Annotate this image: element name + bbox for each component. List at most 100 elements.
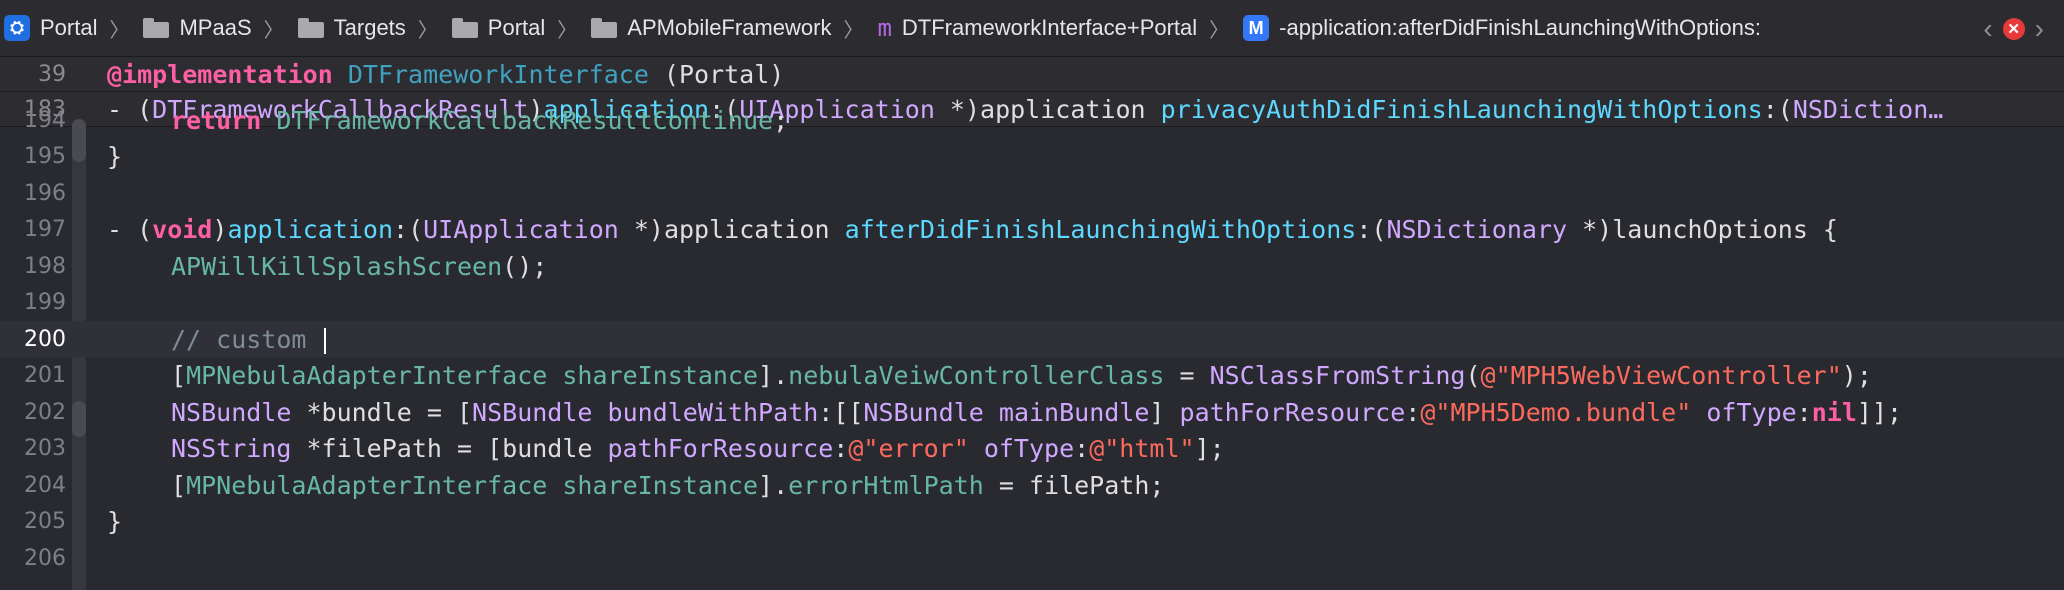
current-code-line[interactable]: 200 // custom [0, 321, 2064, 357]
code-line[interactable]: 204 [MPNebulaAdapterInterface shareInstan… [0, 467, 2064, 503]
sticky-header-implementation[interactable]: 39 @implementation DTFrameworkInterface … [0, 57, 2064, 92]
code-token: ofType [1706, 397, 1797, 427]
code-token: @"html" [1089, 434, 1195, 463]
breadcrumb-item[interactable]: ⛭ Portal [0, 0, 97, 56]
code-token: ); [1841, 361, 1872, 390]
code-token: *bundle = [ [291, 397, 473, 427]
code-token: ] [1149, 397, 1180, 427]
breadcrumb: ⛭ Portal 〉 MPaaS 〉 Targets 〉 Portal 〉 APMobileFra… [0, 0, 1761, 56]
code-token: NSClassFromString [1209, 361, 1466, 390]
breadcrumb-label: -application:afterDidFinishLaunchingWith… [1279, 15, 1761, 40]
code-token: = filePath; [983, 470, 1165, 500]
code-token: pathForResource [607, 434, 834, 463]
code-token: NSBundle [171, 397, 292, 427]
code-line[interactable]: 202 NSBundle *bundle = [NSBundle bundleWi… [0, 394, 2064, 430]
folder-icon [297, 18, 324, 38]
code-line[interactable]: 198 APWillKillSplashScreen(); [0, 248, 2064, 284]
code-token: :( [393, 215, 424, 244]
breadcrumb-separator-icon: 〉 [109, 19, 130, 42]
code-token: *)application [618, 215, 845, 244]
line-code: } [107, 507, 122, 536]
jump-bar: ⛭ Portal 〉 MPaaS 〉 Targets 〉 Portal 〉 APMobileFra… [0, 0, 2064, 57]
code-line[interactable]: 199 [0, 285, 2064, 321]
code-token: :( [1356, 215, 1387, 244]
code-token: *)launchOptions { [1567, 215, 1838, 244]
code-token: shareInstance [562, 470, 759, 500]
line-number: 197 [24, 217, 66, 242]
line-number: 196 [24, 180, 66, 206]
previous-issue-icon[interactable]: ‹ [1983, 13, 1992, 45]
next-issue-icon[interactable]: › [2035, 13, 2044, 45]
line-number: 203 [24, 436, 66, 461]
code-line[interactable]: 197 - (void)application:(UIApplication *)… [0, 212, 2064, 248]
breadcrumb-separator-icon: 〉 [417, 19, 438, 42]
code-token: NSBundle [472, 397, 593, 427]
code-line[interactable]: 194 return DTFrameworkCallbackResultConti… [0, 102, 2064, 138]
code-token: - ( [107, 215, 153, 244]
code-token: NSString [171, 434, 292, 463]
line-code: - (void)application:(UIApplication *)app… [107, 215, 1838, 244]
line-number: 204 [24, 472, 66, 498]
breadcrumb-item[interactable]: APMobileFramework [591, 0, 831, 56]
line-number: 205 [24, 509, 66, 534]
code-token: ) [212, 215, 228, 244]
code-token: DTFrameworkCallbackResultContinue [276, 105, 774, 135]
code-token: void [152, 215, 213, 244]
line-number: 201 [24, 363, 66, 388]
code-token: : [1074, 434, 1090, 463]
breadcrumb-separator-icon: 〉 [263, 19, 284, 42]
code-token: NSDictionary [1386, 215, 1568, 244]
line-number: 202 [24, 399, 66, 425]
code-token: @"MPH5Demo.bundle" [1420, 397, 1692, 427]
code-token: ]. [758, 361, 789, 390]
code-line[interactable]: 196 [0, 175, 2064, 211]
code-token: nil [1811, 397, 1857, 427]
code-line[interactable]: 203 NSString *filePath = [bundle pathForR… [0, 431, 2064, 467]
breadcrumb-label: Portal [40, 15, 98, 40]
line-number: 198 [24, 253, 66, 279]
breadcrumb-separator-icon: 〉 [557, 19, 578, 42]
folder-icon [143, 18, 170, 38]
code-token: return [171, 105, 262, 135]
code-line[interactable]: 206 [0, 540, 2064, 576]
line-number: 195 [24, 144, 66, 169]
line-code: // custom [107, 325, 326, 354]
error-indicator-icon[interactable]: ✕ [2002, 17, 2025, 40]
code-line[interactable]: 205} [0, 504, 2064, 540]
breadcrumb-label: MPaaS [179, 15, 252, 40]
line-number: 199 [24, 290, 66, 315]
line-number: 206 [24, 545, 66, 571]
code-token: mainBundle [998, 397, 1150, 427]
code-token: ]]; [1856, 397, 1903, 427]
line-code: [MPNebulaAdapterInterface shareInstance]… [107, 361, 1872, 390]
code-token: afterDidFinishLaunchingWithOptions [844, 215, 1357, 244]
code-token: ( [1465, 361, 1481, 390]
code-line[interactable]: 195} [0, 139, 2064, 175]
breadcrumb-item[interactable]: M -application:afterDidFinishLaunchingWit… [1243, 0, 1761, 56]
code-token: MPNebulaAdapterInterface [186, 470, 548, 500]
line-code: NSBundle *bundle = [NSBundle bundleWithP… [107, 398, 1902, 427]
code-token: nebulaVeiwControllerClass [788, 361, 1165, 390]
code-line[interactable]: 201 [MPNebulaAdapterInterface shareInstan… [0, 358, 2064, 394]
method-icon: M [1243, 15, 1270, 41]
line-code: NSString *filePath = [bundle pathForReso… [107, 434, 1225, 463]
code-token: ofType [983, 434, 1075, 463]
breadcrumb-item[interactable]: Targets [297, 0, 406, 56]
code-token: NSBundle [863, 397, 984, 427]
code-token: (Portal) [648, 59, 785, 89]
code-token: [ [171, 470, 187, 500]
line-code: [MPNebulaAdapterInterface shareInstance]… [107, 471, 1164, 500]
code-editor[interactable]: 194 return DTFrameworkCallbackResultConti… [0, 106, 2064, 590]
code-token: (); [502, 251, 548, 281]
breadcrumb-item[interactable]: MPaaS [143, 0, 252, 56]
jump-bar-controls: ‹ ✕ › [1983, 0, 2044, 57]
code-token: : [833, 434, 849, 463]
breadcrumb-item[interactable]: Portal [451, 0, 545, 56]
breadcrumb-label: Targets [333, 15, 406, 40]
breadcrumb-item[interactable]: m DTFrameworkInterface+Portal [877, 0, 1197, 56]
line-code: return DTFrameworkCallbackResultContinue… [107, 106, 788, 135]
code-token: : [1796, 397, 1812, 427]
